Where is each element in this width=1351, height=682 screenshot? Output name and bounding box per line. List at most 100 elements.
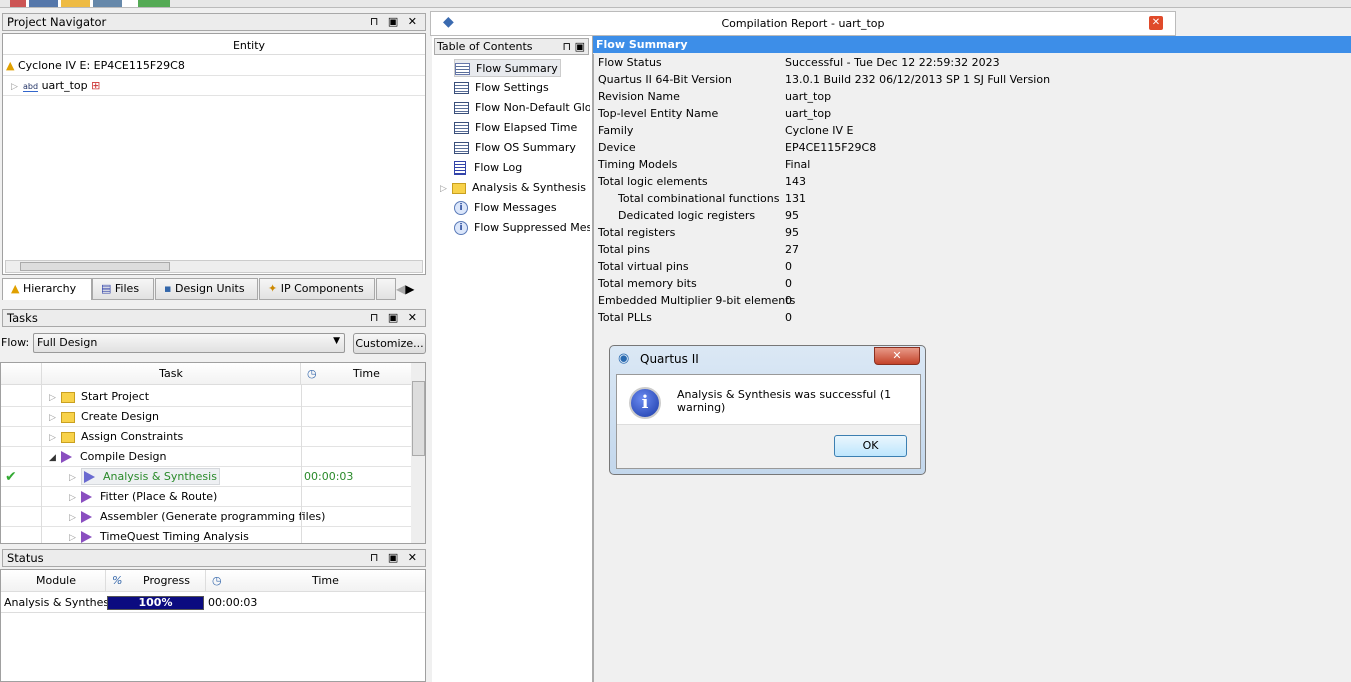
- summary-label: Embedded Multiplier 9-bit elements: [598, 294, 796, 307]
- task-row[interactable]: ▷ Assign Constraints: [1, 427, 411, 447]
- toc-item-flow-log[interactable]: Flow Log: [454, 159, 522, 177]
- tab-hierarchy[interactable]: ▲ Hierarchy: [2, 278, 92, 300]
- info-icon: i: [454, 201, 468, 215]
- toc-item-analysis-synthesis[interactable]: ▷ Analysis & Synthesis: [440, 179, 586, 197]
- time-column-header[interactable]: Time: [353, 363, 380, 385]
- device-label: Cyclone IV E: EP4CE115F29C8: [17, 59, 185, 72]
- collapse-icon[interactable]: ◢: [49, 448, 61, 468]
- expand-icon[interactable]: ▷: [49, 428, 61, 448]
- summary-value: 0: [785, 311, 792, 324]
- toc-item-flow-os-summary[interactable]: Flow OS Summary: [454, 139, 576, 157]
- task-label: Analysis & Synthesis: [103, 470, 217, 483]
- summary-label: Device: [598, 141, 636, 154]
- folder-icon: [452, 182, 466, 194]
- task-row[interactable]: ▷ Fitter (Place & Route): [1, 487, 411, 507]
- toc-item-flow-summary[interactable]: Flow Summary: [454, 59, 561, 77]
- summary-label: Timing Models: [598, 158, 678, 171]
- toc-label: Flow Elapsed Time: [475, 121, 578, 134]
- ok-button[interactable]: OK: [834, 435, 907, 457]
- quartus-logo-icon: ◉: [618, 351, 630, 366]
- toc-label: Flow Settings: [475, 81, 549, 94]
- task-row[interactable]: ✔ ▷ Analysis & Synthesis 00:00:03: [1, 467, 411, 487]
- toc-item-flow-suppressed[interactable]: i Flow Suppressed Messages: [454, 219, 590, 237]
- entity-icon: abd: [23, 82, 39, 92]
- customize-button[interactable]: Customize...: [353, 333, 426, 354]
- dialog-close-button[interactable]: ✕: [874, 347, 920, 365]
- clock-icon: ◷: [212, 574, 222, 587]
- summary-value: 143: [785, 175, 806, 188]
- time-column-header[interactable]: Time: [312, 570, 339, 592]
- flow-label: Flow:: [1, 336, 30, 349]
- toolbar-buttons[interactable]: [10, 0, 170, 7]
- report-title-bar: ◆ Compilation Report - uart_top ✕: [430, 11, 1176, 36]
- module-column-header[interactable]: Module: [36, 570, 76, 592]
- summary-label: Total virtual pins: [598, 260, 689, 273]
- horizontal-scrollbar[interactable]: [5, 260, 423, 273]
- task-row[interactable]: ▷ Create Design: [1, 407, 411, 427]
- device-row[interactable]: ▲ Cyclone IV E: EP4CE115F29C8: [3, 56, 425, 76]
- task-row[interactable]: ▷ Start Project: [1, 387, 411, 407]
- chevron-down-icon: ▼: [333, 336, 340, 346]
- toc-item-flow-elapsed-time[interactable]: Flow Elapsed Time: [454, 119, 577, 137]
- summary-value: uart_top: [785, 107, 832, 120]
- expand-icon[interactable]: ▷: [69, 508, 81, 528]
- play-icon: [81, 531, 92, 543]
- tab-label: Hierarchy: [22, 282, 77, 295]
- tab-design-units[interactable]: ▪ Design Units: [155, 278, 258, 300]
- panel-controls[interactable]: ⊓ ▣ ✕: [370, 15, 420, 28]
- toc-title: Table of Contents: [437, 40, 533, 53]
- task-label: Assign Constraints: [81, 430, 184, 443]
- dialog-title: Quartus II: [640, 352, 699, 366]
- toc-panel: Table of Contents ⊓ ▣ Flow Summary Flow S…: [432, 36, 593, 682]
- task-row[interactable]: ▷ Assembler (Generate programming files): [1, 507, 411, 527]
- expand-icon[interactable]: ▷: [49, 408, 61, 428]
- progress-column-header[interactable]: Progress: [143, 570, 190, 592]
- play-icon: [84, 471, 95, 483]
- summary-label: Total registers: [598, 226, 676, 239]
- summary-value: 13.0.1 Build 232 06/12/2013 SP 1 SJ Full…: [785, 73, 1051, 86]
- expand-icon[interactable]: ▷: [49, 388, 61, 408]
- expand-icon[interactable]: ▷: [69, 468, 81, 488]
- play-icon: [81, 491, 92, 503]
- close-icon[interactable]: ✕: [1149, 16, 1163, 30]
- expand-icon[interactable]: ▷: [440, 180, 452, 198]
- summary-value: Cyclone IV E: [785, 124, 854, 137]
- flow-select[interactable]: Full Design ▼: [33, 333, 345, 353]
- info-icon: i: [629, 387, 661, 419]
- table-icon: [454, 142, 469, 154]
- expand-icon[interactable]: ▷: [69, 488, 81, 508]
- expand-icon[interactable]: ▷: [11, 77, 23, 97]
- entity-label: uart_top: [41, 79, 88, 92]
- file-icon: ▤: [101, 282, 112, 295]
- summary-label: Revision Name: [598, 90, 680, 103]
- flow-summary-title: Flow Summary: [593, 36, 1351, 53]
- summary-label: Quartus II 64-Bit Version: [598, 73, 732, 86]
- task-row[interactable]: ◢ Compile Design: [1, 447, 411, 467]
- tab-scroll-arrows[interactable]: ◀▶: [396, 278, 426, 300]
- vertical-scrollbar[interactable]: [411, 363, 425, 543]
- task-row[interactable]: ▷ TimeQuest Timing Analysis: [1, 527, 411, 543]
- status-time: 00:00:03: [208, 596, 258, 609]
- panel-controls[interactable]: ⊓ ▣: [563, 39, 585, 54]
- task-column-header[interactable]: Task: [41, 363, 301, 385]
- toc-item-flow-messages[interactable]: i Flow Messages: [454, 199, 557, 217]
- tab-more[interactable]: [376, 278, 396, 300]
- toc-item-flow-settings[interactable]: Flow Settings: [454, 79, 549, 97]
- toc-item-flow-non-default[interactable]: Flow Non-Default Global: [454, 99, 590, 117]
- entity-column-header[interactable]: Entity: [3, 36, 425, 55]
- toc-label: Flow Summary: [476, 62, 558, 75]
- folder-icon: [61, 391, 75, 403]
- summary-label: Dedicated logic registers: [618, 209, 756, 222]
- entity-row[interactable]: ▷ abd uart_top ⊞: [3, 76, 425, 96]
- document-icon: [454, 161, 466, 175]
- tab-ip-components[interactable]: ✦ IP Components: [259, 278, 375, 300]
- folder-icon: [61, 411, 75, 423]
- task-label: Create Design: [81, 410, 160, 423]
- table-icon: [455, 63, 470, 75]
- panel-controls[interactable]: ⊓ ▣ ✕: [370, 311, 420, 324]
- expand-icon[interactable]: ▷: [69, 528, 81, 543]
- summary-label: Total logic elements: [598, 175, 708, 188]
- panel-controls[interactable]: ⊓ ▣ ✕: [370, 551, 420, 564]
- task-label: TimeQuest Timing Analysis: [100, 530, 249, 543]
- tab-files[interactable]: ▤ Files: [92, 278, 154, 300]
